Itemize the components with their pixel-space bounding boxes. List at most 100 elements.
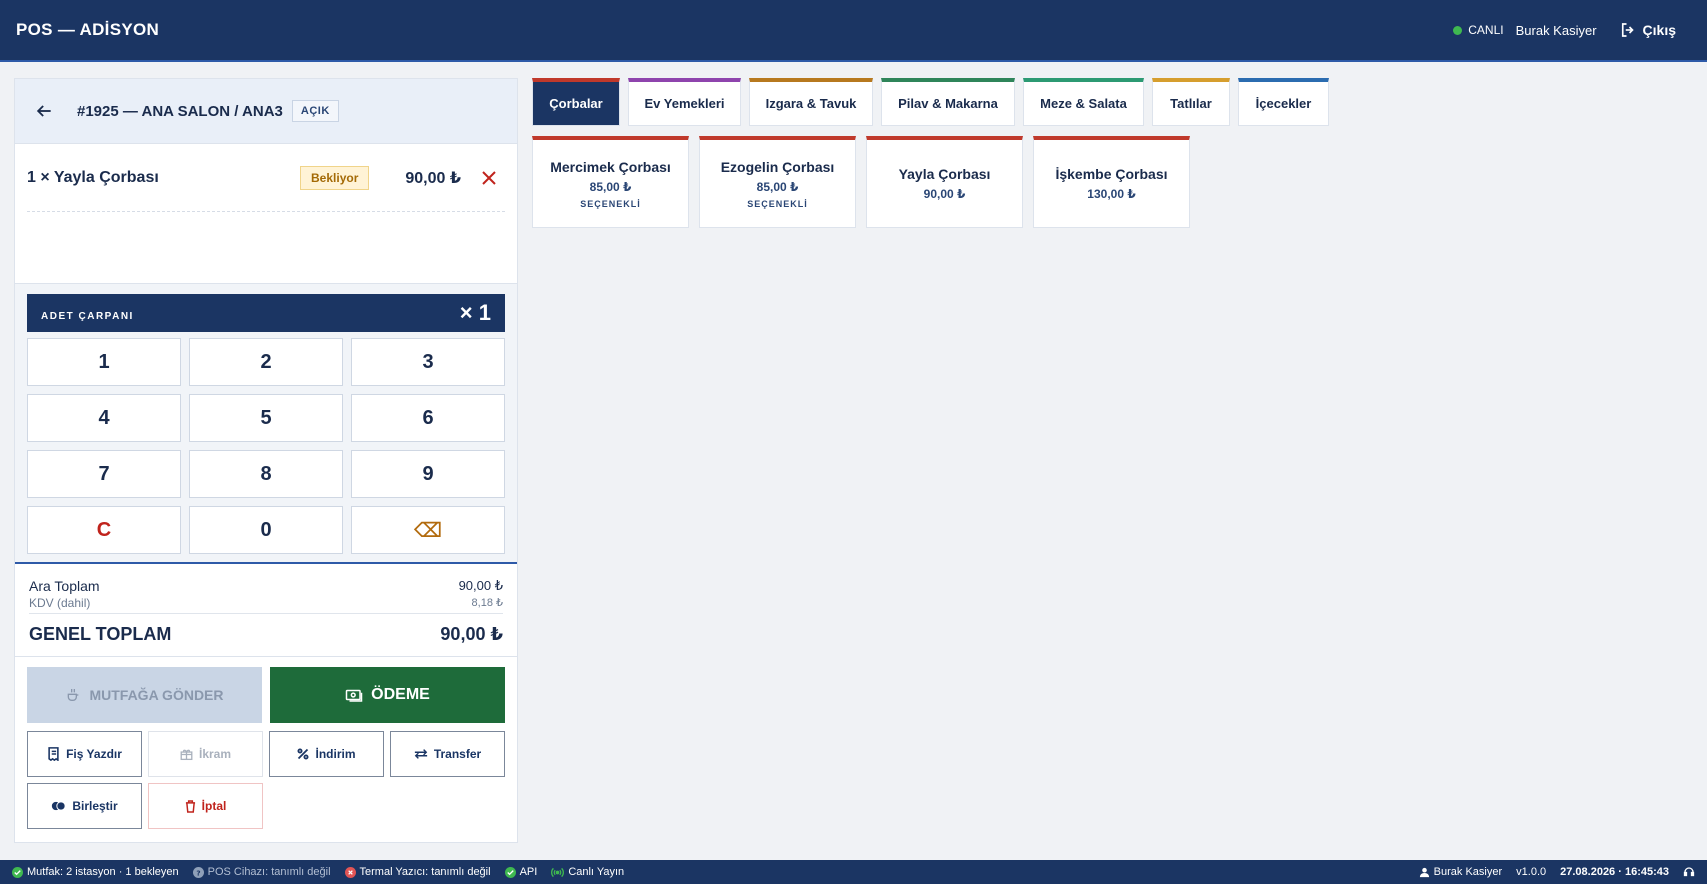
subtotal-row: Ara Toplam 90,00 ₺ xyxy=(29,576,503,596)
subtotal-value: 90,00 ₺ xyxy=(458,578,503,593)
api-status-text: API xyxy=(519,866,538,878)
printer-status: Termal Yazıcı: tanımlı değil xyxy=(344,866,491,878)
key-1[interactable]: 1 xyxy=(27,338,181,386)
app-title: POS — ADİSYON xyxy=(16,20,160,39)
product-tag: SEÇENEKLİ xyxy=(580,198,641,209)
order-item-name: 1 × Yayla Çorbası xyxy=(27,168,159,186)
product-price: 90,00 ₺ xyxy=(923,187,966,201)
key-6[interactable]: 6 xyxy=(351,394,505,442)
product-name: İşkembe Çorbası xyxy=(1055,166,1168,182)
product-card[interactable]: Ezogelin Çorbası 85,00 ₺ SEÇENEKLİ xyxy=(699,136,856,228)
statusbar-user-name: Burak Kasiyer xyxy=(1433,866,1503,878)
printer-status-text: Termal Yazıcı: tanımlı değil xyxy=(359,866,491,878)
vat-value: 8,18 ₺ xyxy=(471,597,503,609)
payment-button[interactable]: ÖDEME xyxy=(270,667,505,723)
check-circle-icon xyxy=(12,866,23,878)
logout-button[interactable]: Çıkış xyxy=(1619,21,1676,39)
totals-section: Ara Toplam 90,00 ₺ KDV (dahil) 8,18 ₺ GE… xyxy=(15,564,517,657)
product-card[interactable]: İşkembe Çorbası 130,00 ₺ xyxy=(1033,136,1190,228)
remove-item-button[interactable] xyxy=(477,166,501,190)
merge-icon xyxy=(51,801,66,811)
key-clear[interactable]: C xyxy=(27,506,181,554)
statusbar-user: Burak Kasiyer xyxy=(1419,866,1502,878)
kitchen-status: Mutfak: 2 istasyon · 1 bekleyen xyxy=(12,866,179,878)
tab-pilav-makarna[interactable]: Pilav & Makarna xyxy=(881,78,1015,126)
merge-label: Birleştir xyxy=(72,799,118,813)
percent-icon xyxy=(297,748,309,760)
tab-tatlilar[interactable]: Tatlılar xyxy=(1152,78,1230,126)
key-2[interactable]: 2 xyxy=(189,338,343,386)
key-5[interactable]: 5 xyxy=(189,394,343,442)
tab-meze-salata[interactable]: Meze & Salata xyxy=(1023,78,1144,126)
tab-icecekler[interactable]: İçecekler xyxy=(1238,78,1329,126)
keypad-area: ADET ÇARPANI × 1 1 2 3 4 5 6 7 8 9 C 0 ⌫ xyxy=(15,284,517,564)
cancel-order-label: İptal xyxy=(201,799,227,813)
tab-izgara-tavuk[interactable]: Izgara & Tavuk xyxy=(749,78,873,126)
transfer-button[interactable]: Transfer xyxy=(390,731,505,777)
print-receipt-button[interactable]: Fiş Yazdır xyxy=(27,731,142,777)
primary-actions: MUTFAĞA GÖNDER ÖDEME xyxy=(27,667,505,723)
product-card[interactable]: Mercimek Çorbası 85,00 ₺ SEÇENEKLİ xyxy=(532,136,689,228)
merge-button[interactable]: Birleştir xyxy=(27,783,142,829)
receipt-icon xyxy=(47,747,60,761)
order-item-status-badge: Bekliyor xyxy=(300,165,370,190)
treat-label: İkram xyxy=(198,747,232,761)
order-panel: #1925 — ANA SALON / ANA3 AÇIK 1 × Yayla … xyxy=(14,78,518,843)
discount-label: İndirim xyxy=(315,747,356,761)
live-broadcast-status: Canlı Yayın xyxy=(551,866,624,878)
svg-text:?: ? xyxy=(196,868,200,877)
key-7[interactable]: 7 xyxy=(27,450,181,498)
close-icon xyxy=(482,170,496,185)
product-card[interactable]: Yayla Çorbası 90,00 ₺ xyxy=(866,136,1023,228)
current-datetime: 27.08.2026 · 16:45:43 xyxy=(1560,866,1669,878)
grand-total-row: GENEL TOPLAM 90,00 ₺ xyxy=(29,614,503,648)
tab-ev-yemekleri[interactable]: Ev Yemekleri xyxy=(628,78,741,126)
secondary-actions: Fiş Yazdır İkram İndirim Transfer Birleş… xyxy=(27,731,505,829)
key-0[interactable]: 0 xyxy=(189,506,343,554)
order-item-price: 90,00 ₺ xyxy=(405,169,461,187)
arrow-left-icon xyxy=(34,101,54,121)
kitchen-status-text: Mutfak: 2 istasyon · 1 bekleyen xyxy=(27,866,179,878)
logout-label: Çıkış xyxy=(1642,22,1676,38)
order-item-list: 1 × Yayla Çorbası Bekliyor 90,00 ₺ xyxy=(15,144,517,284)
check-circle-icon xyxy=(504,866,516,878)
kitchen-icon xyxy=(65,687,81,703)
support-headset-icon[interactable] xyxy=(1683,866,1695,878)
live-dot-icon xyxy=(1453,25,1463,35)
top-bar: POS — ADİSYON CANLI Burak Kasiyer Çıkış xyxy=(0,0,1707,62)
key-9[interactable]: 9 xyxy=(351,450,505,498)
vat-row: KDV (dahil) 8,18 ₺ xyxy=(29,596,503,614)
vat-label: KDV (dahil) xyxy=(29,595,91,610)
order-header: #1925 — ANA SALON / ANA3 AÇIK xyxy=(15,79,517,144)
product-name: Ezogelin Çorbası xyxy=(720,158,835,175)
send-to-kitchen-button[interactable]: MUTFAĞA GÖNDER xyxy=(27,667,262,723)
payment-label: ÖDEME xyxy=(371,686,430,703)
question-circle-icon: ? xyxy=(192,866,204,878)
cash-icon xyxy=(345,687,363,703)
live-status-label: CANLI xyxy=(1468,23,1504,37)
key-backspace-icon[interactable]: ⌫ xyxy=(351,506,505,554)
order-item[interactable]: 1 × Yayla Çorbası Bekliyor 90,00 ₺ xyxy=(27,144,505,212)
transfer-label: Transfer xyxy=(433,747,482,761)
cancel-order-button[interactable]: İptal xyxy=(148,783,263,829)
discount-button[interactable]: İndirim xyxy=(269,731,384,777)
topbar-right: CANLI Burak Kasiyer Çıkış xyxy=(1453,21,1691,39)
multiplier-value: × 1 xyxy=(459,300,491,325)
product-name: Mercimek Çorbası xyxy=(550,158,671,175)
product-price: 130,00 ₺ xyxy=(1087,187,1136,201)
key-4[interactable]: 4 xyxy=(27,394,181,442)
tab-corbalar[interactable]: Çorbalar xyxy=(532,78,620,126)
pos-device-status-text: POS Cihazı: tanımlı değil xyxy=(207,866,331,878)
order-title: #1925 — ANA SALON / ANA3 xyxy=(77,102,283,120)
statusbar-right: Burak Kasiyer v1.0.0 27.08.2026 · 16:45:… xyxy=(1419,866,1695,878)
app-version: v1.0.0 xyxy=(1516,866,1547,878)
back-button[interactable] xyxy=(29,96,59,126)
trash-icon xyxy=(185,799,196,813)
key-8[interactable]: 8 xyxy=(189,450,343,498)
broadcast-icon xyxy=(551,867,565,877)
key-3[interactable]: 3 xyxy=(351,338,505,386)
send-to-kitchen-label: MUTFAĞA GÖNDER xyxy=(89,687,224,703)
status-bar: Mutfak: 2 istasyon · 1 bekleyen ? POS Ci… xyxy=(0,860,1707,884)
treat-button[interactable]: İkram xyxy=(148,731,263,777)
logout-icon xyxy=(1619,21,1637,39)
